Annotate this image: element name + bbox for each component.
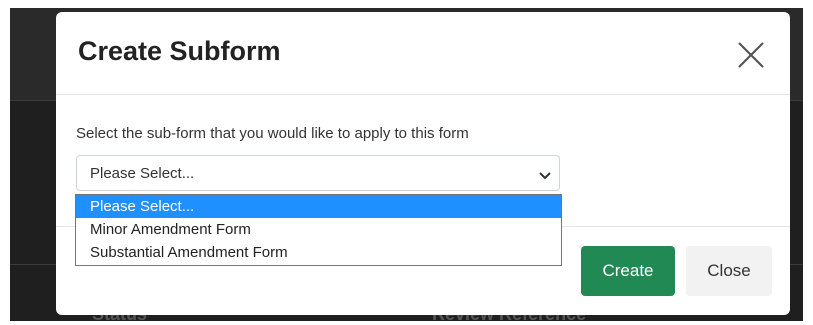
dropdown-option-minor-amendment[interactable]: Minor Amendment Form [76, 218, 561, 241]
close-icon[interactable] [736, 40, 766, 70]
page-edge [803, 0, 813, 321]
subform-dropdown-list: Please Select... Minor Amendment Form Su… [75, 194, 562, 266]
page-edge [0, 0, 10, 321]
create-subform-modal: Create Subform Select the sub-form that … [56, 12, 790, 315]
subform-prompt: Select the sub-form that you would like … [76, 125, 469, 142]
page-edge [0, 0, 813, 8]
create-button[interactable]: Create [581, 246, 675, 296]
close-button[interactable]: Close [686, 246, 772, 296]
dropdown-option-substantial-amendment[interactable]: Substantial Amendment Form [76, 241, 561, 264]
subform-select[interactable]: Please Select... [76, 155, 560, 191]
chevron-down-icon [539, 168, 551, 180]
modal-header: Create Subform [56, 12, 790, 95]
select-value: Please Select... [90, 165, 195, 182]
dropdown-option-please-select[interactable]: Please Select... [76, 195, 561, 218]
modal-title: Create Subform [78, 36, 281, 66]
